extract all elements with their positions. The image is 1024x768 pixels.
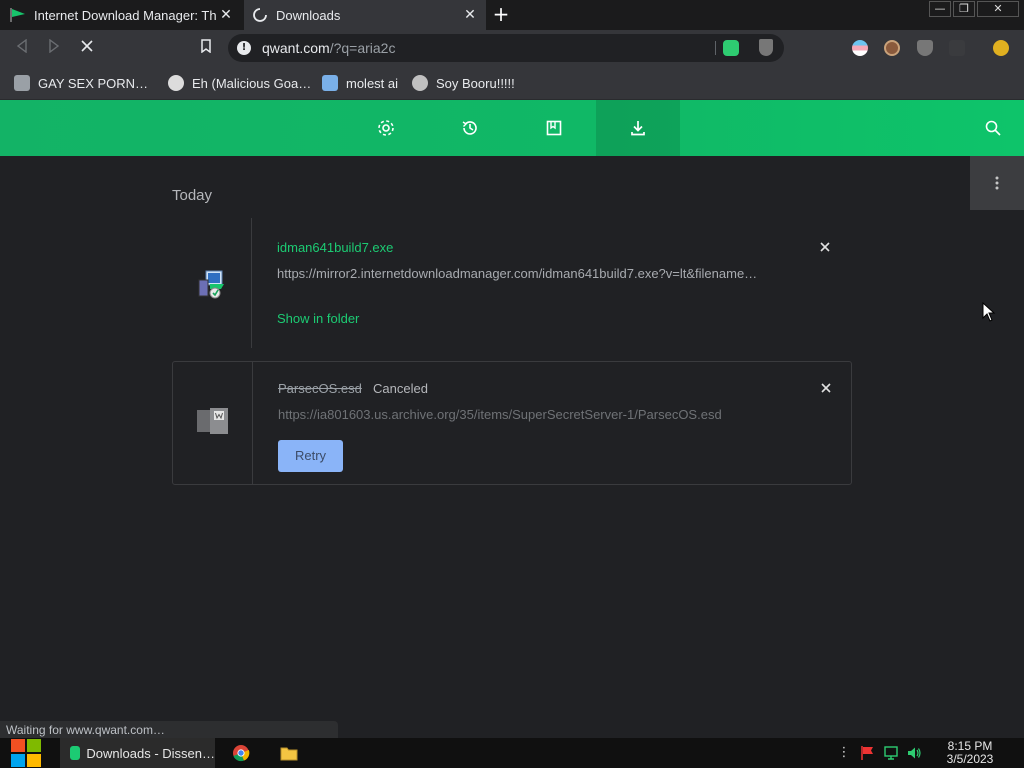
bookmark-label: molest ai (346, 75, 399, 91)
folder-icon (280, 747, 298, 761)
close-icon (820, 242, 830, 252)
history-icon (462, 121, 477, 135)
download-filename-link[interactable]: idman641build7.exe (277, 240, 393, 255)
nav-history[interactable] (428, 100, 512, 156)
download-source-url[interactable]: https://ia801603.us.archive.org/35/items… (278, 407, 783, 422)
close-window-button[interactable]: ✕ (977, 1, 1019, 17)
nav-bookmarks[interactable] (512, 100, 596, 156)
bookmark-item[interactable]: molest ai (322, 73, 398, 93)
tab-title: Downloads (276, 7, 341, 23)
mouse-cursor-icon (982, 302, 996, 322)
chrome-icon (233, 745, 250, 762)
bookmark-label: Soy Booru!!!!! (436, 75, 515, 91)
profile-icon[interactable] (993, 40, 1009, 56)
taskbar: Downloads - Dissen… ⋮ 8:15 PM 3/5/2023 (0, 738, 1024, 768)
bookmark-favicon (14, 75, 30, 91)
taskbar-app-chrome[interactable] (232, 738, 254, 768)
close-icon (821, 383, 831, 393)
address-bar[interactable]: ! qwant.com/?q=aria2c (228, 34, 784, 62)
tab-strip: Internet Download Manager: The ✕ Downloa… (0, 0, 1024, 30)
bookmark-label: GAY SEX PORN… (38, 75, 149, 91)
search-button[interactable] (976, 100, 1010, 156)
downloads-header (0, 100, 1024, 156)
idm-flag-icon (10, 8, 25, 22)
green-extension-icon[interactable] (723, 40, 739, 56)
more-options-button[interactable] (970, 156, 1024, 210)
remove-download-button[interactable] (818, 240, 832, 254)
url-text[interactable]: qwant.com/?q=aria2c (262, 40, 395, 56)
restore-button[interactable]: ❐ (953, 1, 975, 17)
taskbar-app-browser[interactable]: Downloads - Dissen… (60, 738, 215, 768)
extension-icon[interactable] (949, 40, 965, 56)
download-filename-link[interactable]: ParsecOS.esd (278, 381, 362, 396)
bookmark-label: Eh (Malicious Goa… (192, 75, 312, 91)
system-clock[interactable]: 8:15 PM 3/5/2023 (932, 740, 1008, 766)
nav-downloads[interactable] (596, 100, 680, 156)
back-arrow-icon (16, 38, 27, 54)
qwant-icon (70, 746, 81, 760)
ublock-extension-icon[interactable] (917, 40, 933, 56)
stop-button[interactable] (77, 38, 97, 58)
globe-icon (168, 75, 184, 91)
download-item: ParsecOS.esd Canceled https://ia801603.u… (172, 361, 852, 485)
forward-button[interactable] (44, 38, 64, 58)
bookmark-item[interactable]: GAY SEX PORN… (14, 73, 148, 93)
status-bubble: Waiting for www.qwant.com… (0, 721, 338, 739)
shield-extension-icon[interactable] (759, 39, 773, 56)
search-icon (985, 120, 1001, 136)
kebab-menu-icon (995, 176, 999, 190)
profile-avatar-extension-icon[interactable] (884, 40, 900, 56)
site-info-icon[interactable]: ! (237, 41, 251, 55)
nav-settings[interactable] (344, 100, 428, 156)
taskbar-app-explorer[interactable] (280, 738, 300, 768)
show-in-folder-link[interactable]: Show in folder (277, 311, 359, 326)
download-status-text: Canceled (373, 381, 428, 396)
file-icon-column (172, 218, 252, 348)
download-source-url[interactable]: https://mirror2.internetdownloadmanager.… (277, 266, 782, 281)
tray-overflow-icon[interactable]: ⋮ (836, 745, 852, 761)
file-icon-column (173, 362, 253, 484)
tab-downloads[interactable]: Downloads ✕ (244, 0, 486, 30)
date-group-heading: Today (172, 187, 213, 204)
omnibox-divider (715, 41, 716, 55)
download-item: idman641build7.exe https://mirror2.inter… (172, 218, 852, 348)
tab-idm[interactable]: Internet Download Manager: The ✕ (0, 0, 242, 30)
generic-file-icon (197, 408, 228, 434)
bookmark-item[interactable]: Eh (Malicious Goa… (168, 73, 311, 93)
tab-close-button[interactable]: ✕ (462, 6, 478, 22)
taskbar-app-label: Downloads - Dissen… (86, 745, 215, 761)
stop-x-icon (81, 40, 93, 52)
loading-spinner-icon (253, 8, 267, 22)
back-button[interactable] (12, 38, 32, 58)
minimize-button[interactable]: — (929, 1, 951, 17)
bookmark-icon (201, 39, 211, 54)
network-icon[interactable] (883, 745, 899, 761)
retry-button[interactable]: Retry (278, 440, 343, 472)
volume-icon[interactable] (906, 745, 922, 761)
tab-title: Internet Download Manager: The (34, 7, 216, 23)
new-tab-button[interactable]: + (490, 3, 512, 25)
remove-download-button[interactable] (819, 381, 833, 395)
browser-toolbar: ! qwant.com/?q=aria2c (0, 30, 1024, 66)
downloads-icon (631, 121, 645, 136)
bookmark-favicon (412, 75, 428, 91)
bookmarks-icon (546, 120, 562, 136)
bookmark-button[interactable] (196, 38, 216, 58)
action-center-flag-icon[interactable] (859, 745, 875, 761)
trans-flag-extension-icon[interactable] (852, 40, 868, 56)
windows-start-icon[interactable] (8, 738, 44, 768)
settings-icon (378, 120, 394, 136)
bookmarks-bar: GAY SEX PORN… Eh (Malicious Goa… molest … (0, 66, 1024, 100)
clock-date: 3/5/2023 (946, 752, 994, 766)
bookmark-favicon (322, 75, 338, 91)
forward-arrow-icon (49, 38, 60, 54)
tab-close-button[interactable]: ✕ (218, 6, 234, 22)
installer-file-icon (198, 270, 224, 299)
bookmark-item[interactable]: Soy Booru!!!!! (412, 73, 515, 93)
